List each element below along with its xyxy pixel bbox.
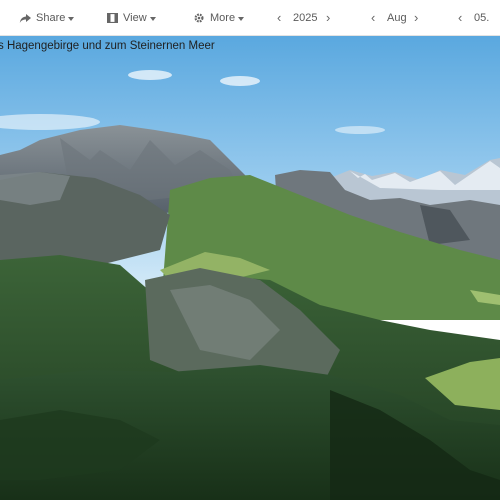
caret-down-icon xyxy=(68,16,75,21)
share-menu-button[interactable]: Share xyxy=(19,0,75,36)
share-icon xyxy=(19,13,32,24)
mountain-landscape-image xyxy=(0,36,500,500)
gear-icon xyxy=(193,12,205,24)
chevron-right-icon: › xyxy=(326,10,331,25)
photo-caption: s Hagengebirge und zum Steinernen Meer xyxy=(0,40,215,52)
chevron-left-icon: ‹ xyxy=(458,10,463,25)
chevron-right-icon: › xyxy=(414,10,419,25)
year-next-button[interactable]: › xyxy=(326,0,330,36)
year-prev-button[interactable]: ‹ xyxy=(277,0,281,36)
share-label: Share xyxy=(36,12,66,24)
month-next-button[interactable]: › xyxy=(414,0,418,36)
more-label: More xyxy=(210,12,236,24)
day-label: 05. xyxy=(474,12,490,24)
chevron-left-icon: ‹ xyxy=(371,10,376,25)
view-menu-button[interactable]: View xyxy=(107,0,156,36)
caret-down-icon xyxy=(238,16,245,21)
caret-down-icon xyxy=(149,16,156,21)
year-label: 2025 xyxy=(293,12,318,24)
more-menu-button[interactable]: More xyxy=(193,0,245,36)
view-icon xyxy=(107,13,118,23)
month-prev-button[interactable]: ‹ xyxy=(371,0,375,36)
panorama-photo xyxy=(0,36,500,500)
month-label: Aug xyxy=(387,12,407,24)
view-label: View xyxy=(123,12,147,24)
toolbar: Share View More ‹ 2025 › ‹ Aug › ‹ 05. xyxy=(0,0,500,36)
chevron-left-icon: ‹ xyxy=(277,10,282,25)
day-prev-button[interactable]: ‹ xyxy=(458,0,462,36)
